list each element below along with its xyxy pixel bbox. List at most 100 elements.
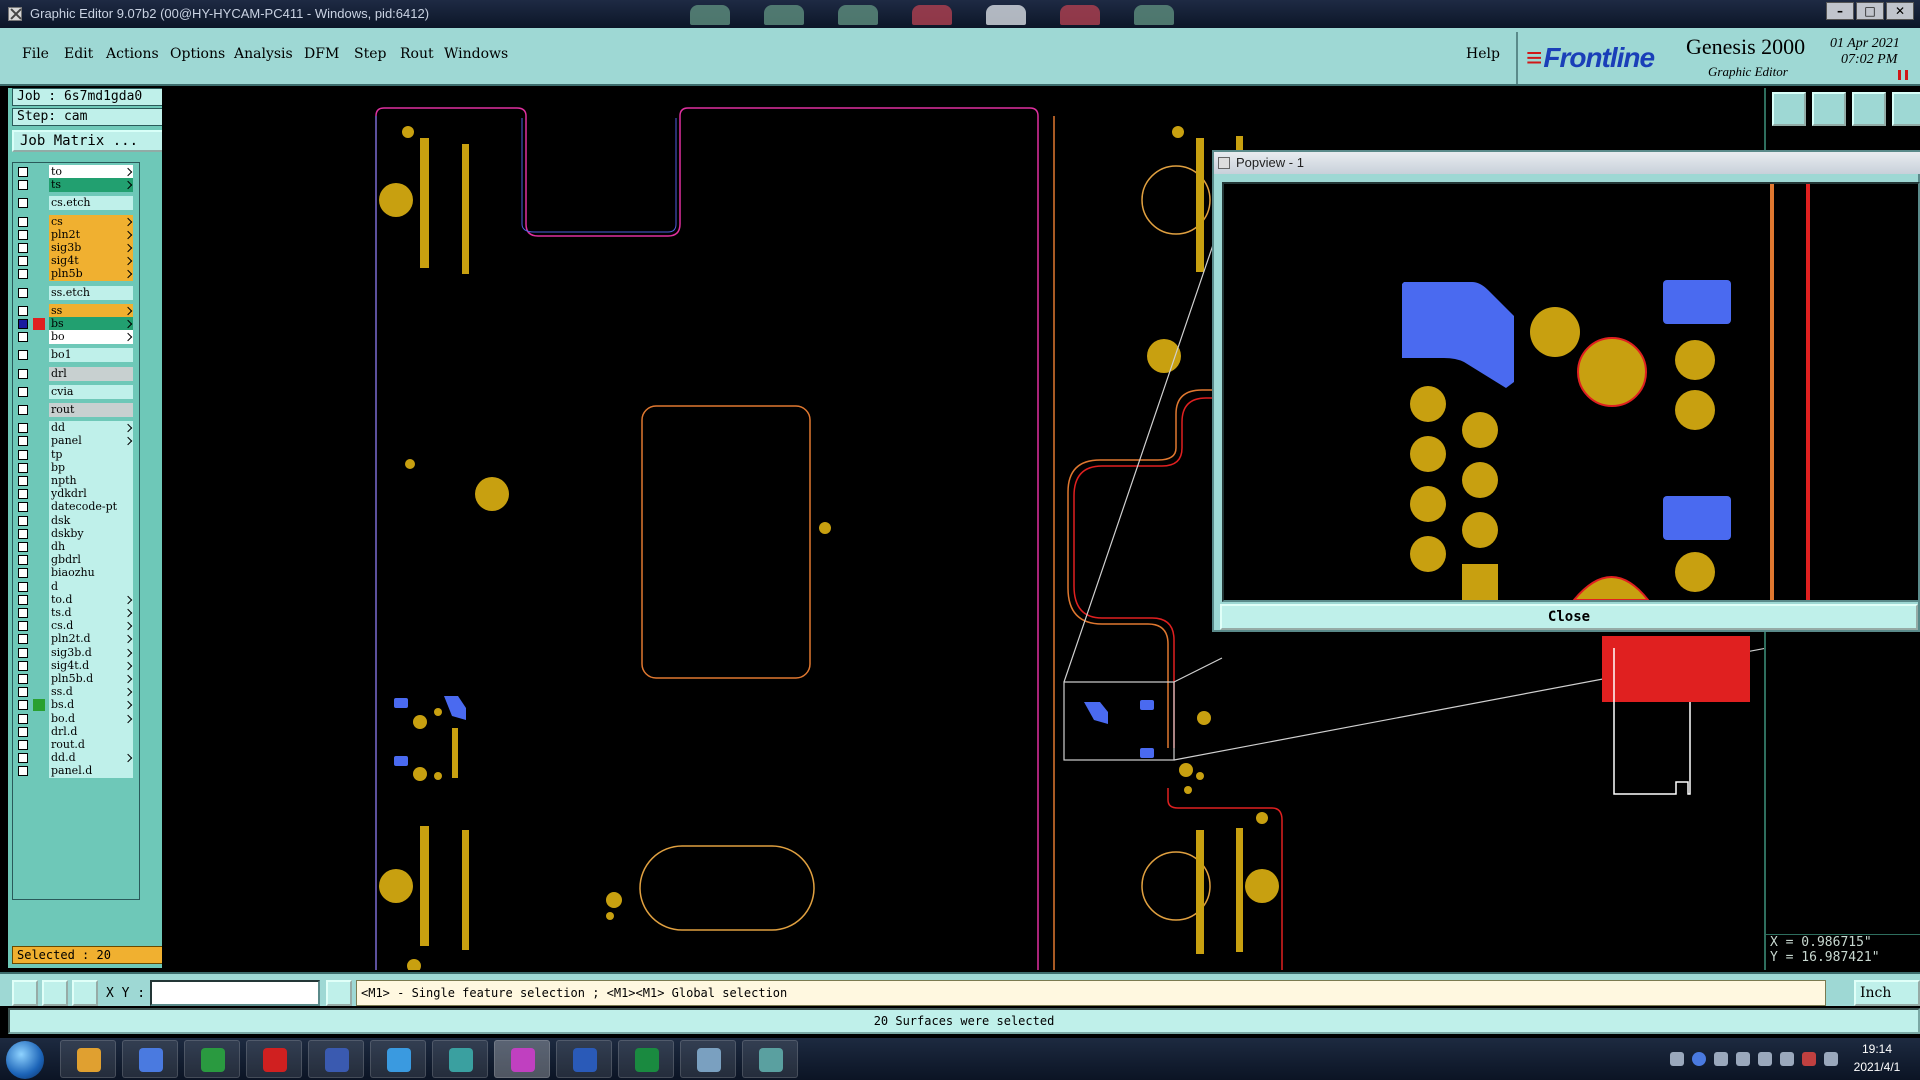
layer-row[interactable]: cs.d <box>13 619 141 634</box>
layer-checkbox[interactable] <box>18 229 28 240</box>
layer-checkbox[interactable] <box>18 386 28 397</box>
layer-row[interactable]: bp <box>13 460 141 475</box>
layer-name[interactable]: to.d <box>49 592 133 607</box>
layer-checkbox[interactable] <box>18 766 28 777</box>
layer-row[interactable]: ts.d <box>13 606 141 620</box>
layer-checkbox[interactable] <box>18 449 28 460</box>
layer-row[interactable]: bo1 <box>13 348 141 363</box>
layer-row[interactable]: biaozhu <box>13 566 141 581</box>
layer-row[interactable]: sig4t.d <box>13 658 141 673</box>
layer-row[interactable]: to <box>13 165 141 179</box>
layer-name[interactable]: dh <box>49 540 133 554</box>
layer-row[interactable]: panel <box>13 434 141 449</box>
layer-checkbox[interactable] <box>18 542 28 552</box>
layer-name[interactable]: pln2t <box>49 227 133 242</box>
layer-name[interactable]: panel.d <box>49 764 133 779</box>
layer-name[interactable]: pln5b <box>49 267 133 282</box>
tray-display-icon[interactable] <box>1824 1052 1838 1066</box>
layer-name[interactable]: ts.d <box>49 606 133 620</box>
taskbar-app-shell[interactable] <box>60 1040 116 1078</box>
tray-network-icon[interactable] <box>1714 1052 1728 1066</box>
layer-checkbox[interactable] <box>18 660 28 671</box>
xy-input[interactable] <box>150 980 320 1006</box>
popview-window[interactable]: Popview - 1 Close <box>1212 150 1920 632</box>
layer-checkbox[interactable] <box>18 528 28 539</box>
layer-row[interactable]: dskby <box>13 526 141 541</box>
layer-row[interactable]: dd.d <box>13 751 141 766</box>
taskbar-app-word[interactable] <box>556 1040 612 1078</box>
select-mode-icon[interactable] <box>12 980 38 1006</box>
layer-checkbox[interactable] <box>18 436 28 447</box>
tray-alert-icon[interactable] <box>1802 1052 1816 1066</box>
layer-checkbox[interactable] <box>18 726 28 737</box>
taskbar-app-network[interactable] <box>742 1040 798 1078</box>
app-icon[interactable] <box>8 7 22 21</box>
layer-row[interactable]: bs.d <box>13 698 141 713</box>
layer-checkbox[interactable] <box>18 180 28 191</box>
tray-help-icon[interactable] <box>1692 1052 1706 1066</box>
layer-row[interactable]: cs.etch <box>13 196 141 211</box>
layer-checkbox[interactable] <box>18 405 28 415</box>
popview-drawing[interactable] <box>1224 184 1918 601</box>
clock-time[interactable]: 19:14 <box>1840 1042 1914 1056</box>
layer-checkbox[interactable] <box>18 647 28 658</box>
layer-checkbox[interactable] <box>18 332 28 343</box>
layer-name[interactable]: tp <box>49 447 133 462</box>
layer-row[interactable]: ss.etch <box>13 285 141 300</box>
layer-row[interactable]: rout <box>13 403 141 417</box>
layer-row[interactable]: cvia <box>13 384 141 399</box>
layer-name[interactable]: to <box>49 165 133 179</box>
layer-name[interactable]: dd.d <box>49 751 133 766</box>
layer-checkbox[interactable] <box>18 555 28 566</box>
layer-name[interactable]: drl.d <box>49 724 133 739</box>
layer-checkbox[interactable] <box>18 462 28 473</box>
layer-name[interactable]: rout.d <box>49 738 133 752</box>
surface-bottom-right[interactable] <box>1663 496 1731 540</box>
surface-large[interactable] <box>1402 282 1514 388</box>
layer-checkbox[interactable] <box>18 502 28 513</box>
tool-window-icon[interactable] <box>1892 92 1920 126</box>
layer-row[interactable]: to.d <box>13 592 141 607</box>
layer-checkbox[interactable] <box>18 319 28 329</box>
layer-checkbox[interactable] <box>18 581 28 592</box>
layer-name[interactable]: sig4t <box>49 254 133 269</box>
layer-row[interactable]: bs <box>13 317 141 331</box>
layer-row[interactable]: pln2t.d <box>13 632 141 647</box>
layer-name[interactable]: ss.etch <box>49 285 133 300</box>
layer-name[interactable]: pln5b.d <box>49 672 133 686</box>
start-button[interactable] <box>6 1041 44 1079</box>
layer-name[interactable]: sig4t.d <box>49 658 133 673</box>
tray-arrow-icon[interactable] <box>1736 1052 1750 1066</box>
layer-name[interactable]: bs <box>49 317 133 331</box>
layer-name[interactable]: dd <box>49 421 133 436</box>
tray-keyboard-icon[interactable] <box>1670 1052 1684 1066</box>
layer-row[interactable]: dh <box>13 540 141 554</box>
layer-checkbox[interactable] <box>18 269 28 280</box>
layer-checkbox[interactable] <box>18 568 28 579</box>
menu-step[interactable]: Step <box>354 46 386 62</box>
layer-row[interactable]: d <box>13 579 141 594</box>
measure-icon[interactable] <box>42 980 68 1006</box>
tool-import-icon[interactable] <box>1812 92 1846 126</box>
menu-file[interactable]: File <box>22 46 49 62</box>
popview-title-bar[interactable]: Popview - 1 <box>1214 152 1920 174</box>
layer-name[interactable]: bo.d <box>49 711 133 726</box>
layer-name[interactable]: cvia <box>49 384 133 399</box>
layer-list[interactable]: to ts cs.etch cs pln2t sig3b sig4t pln5b ss.etch… <box>12 162 140 900</box>
layer-name[interactable]: ts <box>49 178 133 193</box>
menu-rout[interactable]: Rout <box>400 46 434 62</box>
taskbar-app-red[interactable] <box>246 1040 302 1078</box>
layer-name[interactable]: cs.d <box>49 619 133 634</box>
layer-name[interactable]: cs.etch <box>49 196 133 211</box>
layer-name[interactable]: rout <box>49 403 133 417</box>
popview-close-button[interactable]: Close <box>1220 604 1918 630</box>
text-cursor-icon[interactable] <box>326 980 352 1006</box>
layer-name[interactable]: sig3b <box>49 241 133 255</box>
layer-row[interactable]: dd <box>13 421 141 436</box>
layer-name[interactable]: gbdrl <box>49 553 133 568</box>
layer-row[interactable]: ss <box>13 303 141 318</box>
layer-checkbox[interactable] <box>18 368 28 379</box>
layer-checkbox[interactable] <box>18 700 28 711</box>
layer-row[interactable]: bo <box>13 330 141 345</box>
layer-name[interactable]: ydkdrl <box>49 487 133 502</box>
